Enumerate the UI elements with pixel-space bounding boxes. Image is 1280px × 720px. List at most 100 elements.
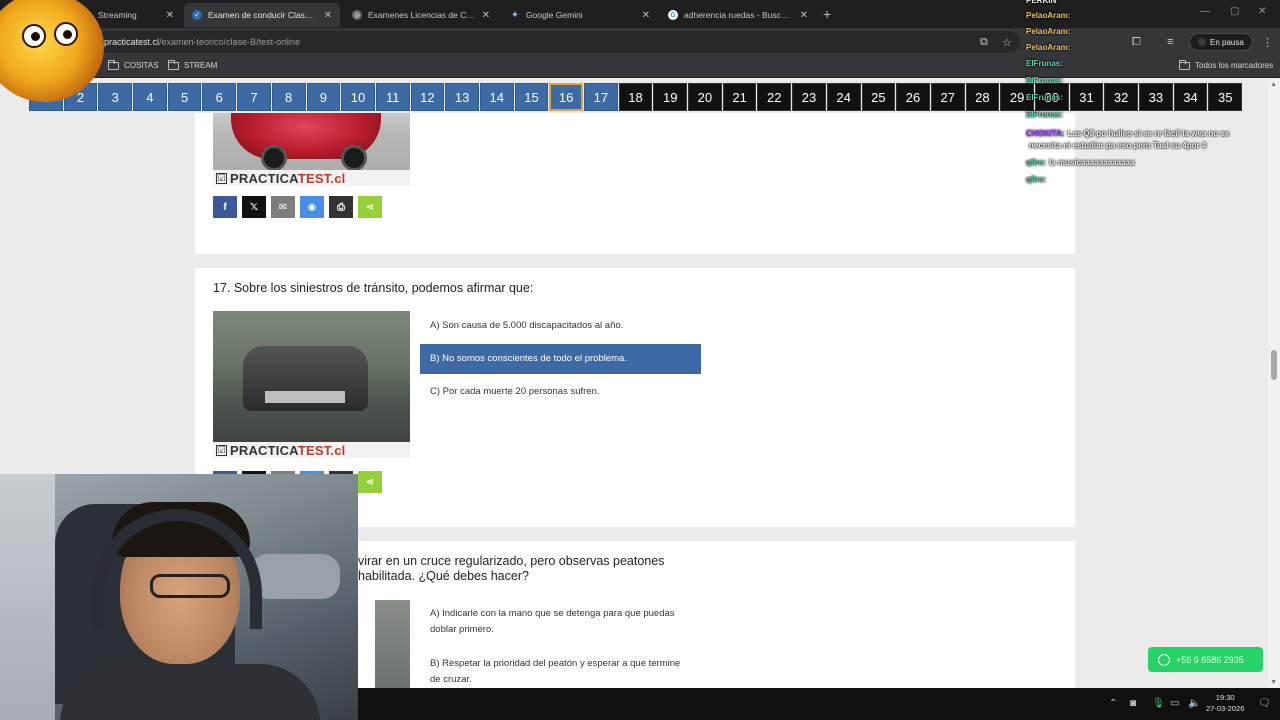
- tab-streaming[interactable]: Streaming ✕: [90, 3, 182, 27]
- close-window-icon[interactable]: ✕: [1258, 6, 1266, 17]
- answer-option-a[interactable]: A) Indicarle con la mano que se detenga …: [420, 606, 701, 638]
- reading-list-icon[interactable]: ≡: [1167, 36, 1173, 48]
- microphone-icon[interactable]: 🎙: [1152, 698, 1165, 709]
- close-icon[interactable]: ✕: [166, 10, 174, 21]
- question-nav-button-21[interactable]: 21: [722, 83, 757, 111]
- question-nav-button-26[interactable]: 26: [896, 83, 930, 111]
- chat-header: PERKIN: [1026, 0, 1057, 5]
- brand-left: PRACTICA: [230, 442, 298, 458]
- bookmarks-bar: COSITAS STREAM Todos los marcadores: [0, 56, 1280, 78]
- question-nav-button-22[interactable]: 22: [757, 83, 792, 111]
- chevron-up-icon[interactable]: ⌃: [1109, 698, 1117, 709]
- chat-username: PelaoAram:: [1026, 11, 1071, 20]
- menu-kebab-icon[interactable]: ⋮: [1262, 36, 1273, 49]
- globe-icon: ◎: [352, 10, 362, 20]
- new-tab-icon[interactable]: +: [823, 6, 831, 22]
- question-nav-button-15[interactable]: 15: [514, 83, 549, 111]
- question-nav-button-25[interactable]: 25: [861, 83, 896, 111]
- scrollbar-thumb[interactable]: [1271, 350, 1277, 380]
- practicatest-logo: ☑ PRACTICATEST.cl: [213, 170, 410, 186]
- whatsapp-button[interactable]: +56 9 6586 2935: [1148, 647, 1263, 672]
- question-nav-button-17[interactable]: 17: [584, 83, 618, 111]
- tab-examenes-licencias[interactable]: ◎ Examenes Licencias de Conduc ✕: [344, 3, 498, 27]
- question-nav-button-8[interactable]: 8: [271, 83, 306, 111]
- bookmark-label: STREAM: [184, 61, 218, 70]
- answer-option-b[interactable]: B) Respetar la prioridad del peatón y es…: [420, 656, 701, 688]
- question-nav-button-32[interactable]: 32: [1104, 83, 1138, 111]
- chat-message: necesita ni estudiar pa eso pero Taal su…: [1026, 141, 1206, 150]
- all-bookmarks-folder[interactable]: Todos los marcadores: [1179, 59, 1273, 70]
- volume-icon[interactable]: 🔈: [1188, 698, 1200, 709]
- notifications-icon[interactable]: 🗨: [1258, 698, 1271, 709]
- question-nav-button-24[interactable]: 24: [826, 83, 861, 111]
- chat-message: CHOKITA: Las Q8 po hulleo si se re fácil …: [1026, 129, 1229, 138]
- close-icon[interactable]: ✕: [324, 10, 332, 21]
- close-icon[interactable]: ✕: [482, 10, 490, 21]
- question-nav-button-20[interactable]: 20: [688, 83, 722, 111]
- question-nav-button-34[interactable]: 34: [1173, 83, 1208, 111]
- paused-label: En pausa: [1210, 37, 1244, 47]
- question-nav-button-6[interactable]: 6: [202, 83, 237, 111]
- tab-google-gemini[interactable]: ✦ Google Gemini ✕: [502, 3, 658, 27]
- question-nav-button-27[interactable]: 27: [930, 83, 965, 111]
- question-nav-button-5[interactable]: 5: [167, 83, 202, 111]
- question-nav-button-33[interactable]: 33: [1139, 83, 1173, 111]
- maximize-icon[interactable]: ▢: [1230, 6, 1239, 17]
- chat-text: la musicaaaaaaaaaaaa: [1049, 158, 1135, 167]
- email-share-button[interactable]: ✉: [271, 196, 295, 218]
- minimize-icon[interactable]: —: [1200, 6, 1210, 17]
- close-icon[interactable]: ✕: [642, 10, 650, 21]
- tab-adherencia-ruedas[interactable]: G adherencia ruedas - Buscar con ✕: [660, 3, 816, 27]
- question-nav-button-11[interactable]: 11: [375, 83, 410, 111]
- system-clock[interactable]: 19:30 27-03-2026: [1206, 692, 1244, 714]
- share-buttons: f𝕏✉◉⎙⋖: [213, 196, 382, 218]
- question-nav-button-19[interactable]: 19: [653, 83, 688, 111]
- install-app-icon[interactable]: ⧉: [980, 36, 988, 49]
- facebook-share-button[interactable]: f: [213, 196, 237, 218]
- print-share-button[interactable]: ⎙: [329, 196, 353, 218]
- answer-option-a[interactable]: A) Son causa de 5.000 discapacitados al …: [420, 318, 701, 334]
- scroll-down-icon[interactable]: ▼: [1270, 679, 1277, 686]
- question-nav-button-4[interactable]: 4: [133, 83, 167, 111]
- question-nav-button-18[interactable]: 18: [618, 83, 653, 111]
- question-nav-button-35[interactable]: 35: [1208, 83, 1243, 111]
- chat-message: ElFrunas:: [1026, 59, 1066, 68]
- network-icon[interactable]: ▭: [1170, 698, 1179, 709]
- bookmark-star-icon[interactable]: ☆: [1002, 36, 1012, 49]
- question-nav-button-7[interactable]: 7: [237, 83, 271, 111]
- x-share-button[interactable]: 𝕏: [242, 196, 266, 218]
- screen: Streaming ✕ ✓ Examen de conducir Clase B…: [0, 0, 1280, 720]
- brand-right: TEST.cl: [297, 170, 346, 186]
- extensions-icon[interactable]: ⧠: [1132, 36, 1141, 49]
- bookmark-folder-cositas[interactable]: COSITAS: [108, 59, 159, 70]
- scroll-up-icon[interactable]: ▲: [1270, 81, 1277, 88]
- bookmark-folder-stream[interactable]: STREAM: [168, 59, 218, 70]
- address-bar[interactable]: practicatest.cl/examen-teorico/clase-B/t…: [96, 31, 1020, 53]
- question-nav-button-14[interactable]: 14: [479, 83, 514, 111]
- question-nav-button-13[interactable]: 13: [445, 83, 479, 111]
- question-nav-button-10[interactable]: 10: [341, 83, 375, 111]
- answer-option-b[interactable]: B) No somos conscientes de todo el probl…: [420, 344, 701, 374]
- messenger-share-button[interactable]: ◉: [300, 196, 324, 218]
- page-scrollbar[interactable]: ▲ ▼: [1268, 79, 1280, 688]
- tab-title: Streaming: [98, 10, 137, 20]
- car-wheel: [341, 145, 367, 171]
- discord-icon[interactable]: ◙: [1130, 698, 1136, 709]
- chat-username: PelaoAram:: [1026, 43, 1071, 52]
- question-nav-button-3[interactable]: 3: [98, 83, 133, 111]
- sharethis-share-button[interactable]: ⋖: [358, 196, 382, 218]
- question-nav-button-9[interactable]: 9: [306, 83, 341, 111]
- webcam-overlay: [0, 474, 358, 720]
- chat-message: PelaoAram:: [1026, 43, 1073, 52]
- answer-option-c[interactable]: C) Por cada muerte 20 personas sufren.: [420, 384, 701, 400]
- question-nav-button-12[interactable]: 12: [410, 83, 445, 111]
- sharethis-share-button[interactable]: ⋖: [358, 471, 382, 493]
- tab-examen-conducir[interactable]: ✓ Examen de conducir Clase B - C ✕: [184, 3, 340, 27]
- question-nav-button-23[interactable]: 23: [792, 83, 826, 111]
- question-nav-button-16[interactable]: 16: [549, 83, 583, 111]
- question-nav-button-31[interactable]: 31: [1069, 83, 1104, 111]
- question-nav-button-28[interactable]: 28: [965, 83, 1000, 111]
- profile-paused-button[interactable]: En pausa: [1189, 33, 1253, 51]
- close-icon[interactable]: ✕: [800, 10, 808, 21]
- chat-username: ElFrunas:: [1026, 59, 1063, 68]
